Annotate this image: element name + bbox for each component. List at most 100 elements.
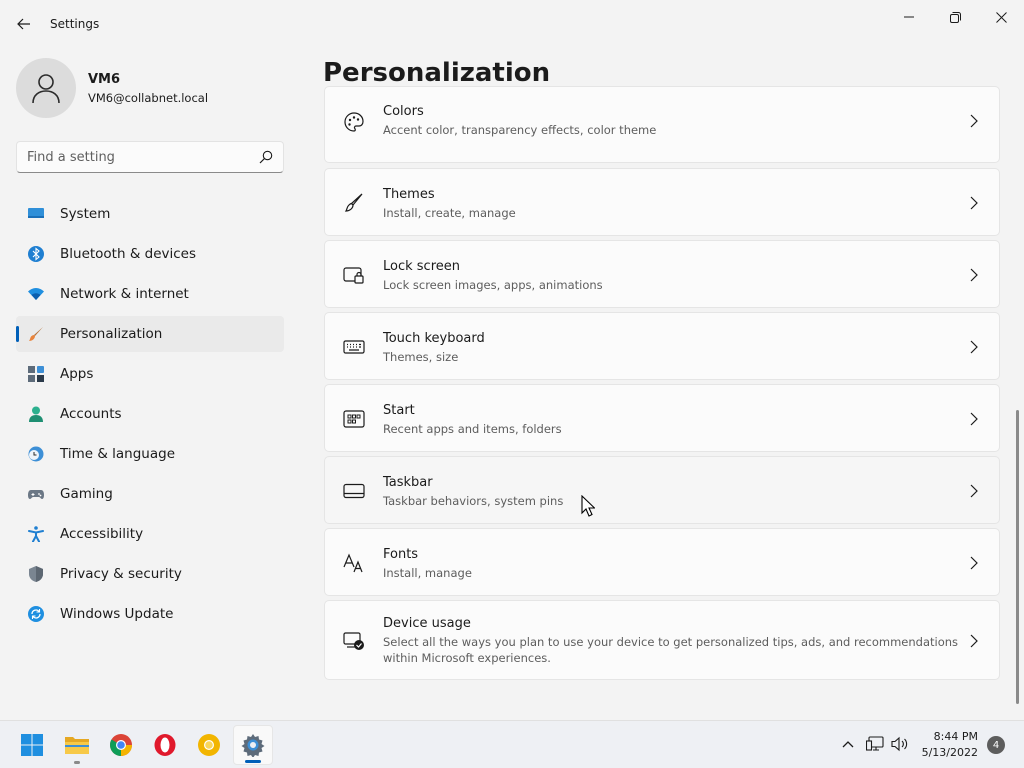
clock-time: 8:44 PM — [933, 730, 978, 743]
taskbar-settings[interactable] — [233, 725, 273, 765]
volume-button[interactable] — [889, 733, 911, 755]
sidebar-item-accounts[interactable]: Accounts — [16, 396, 284, 432]
update-icon — [28, 606, 44, 622]
taskbar-opera[interactable] — [145, 725, 185, 765]
card-subtitle: Themes, size — [383, 350, 459, 364]
show-hidden-icons-button[interactable] — [837, 733, 859, 755]
card-title: Themes — [383, 187, 435, 202]
system-icon — [28, 206, 44, 222]
card-device-usage[interactable]: Device usage Select all the ways you pla… — [324, 600, 1000, 680]
card-title: Colors — [383, 104, 424, 119]
card-touch-keyboard[interactable]: Touch keyboard Themes, size — [324, 312, 1000, 380]
sidebar-item-gaming[interactable]: Gaming — [16, 476, 284, 512]
minimize-button[interactable] — [886, 4, 932, 30]
taskbar-file-explorer[interactable] — [57, 725, 97, 765]
restore-icon — [949, 11, 961, 23]
user-email: VM6@collabnet.local — [88, 91, 209, 105]
start-icon — [343, 408, 365, 430]
app-title: Settings — [50, 17, 100, 31]
opera-icon — [154, 734, 176, 756]
wifi-icon — [28, 286, 44, 302]
card-themes[interactable]: Themes Install, create, manage — [324, 168, 1000, 236]
taskbar: 8:44 PM 5/13/2022 4 — [0, 720, 1024, 768]
card-fonts[interactable]: Fonts Install, manage — [324, 528, 1000, 596]
sidebar-item-label: Network & internet — [60, 286, 189, 302]
close-button[interactable] — [978, 4, 1024, 30]
settings-icon — [241, 734, 265, 757]
sidebar-item-apps[interactable]: Apps — [16, 356, 284, 392]
sidebar-item-system[interactable]: System — [16, 196, 284, 232]
clock[interactable]: 8:44 PM 5/13/2022 — [914, 729, 978, 761]
card-title: Fonts — [383, 547, 419, 562]
chrome-canary-icon — [198, 734, 220, 756]
scrollbar-thumb[interactable] — [1016, 410, 1019, 704]
running-indicator — [74, 761, 80, 764]
sidebar-item-privacy[interactable]: Privacy & security — [16, 556, 284, 592]
clock-date: 5/13/2022 — [921, 746, 978, 759]
chevron-right-icon — [970, 340, 978, 354]
sidebar-item-label: Accessibility — [60, 526, 144, 542]
card-colors[interactable]: Colors Accent color, transparency effect… — [324, 86, 1000, 163]
chevron-right-icon — [970, 268, 978, 282]
taskbar-chrome-canary[interactable] — [189, 725, 229, 765]
mouse-cursor-icon — [581, 495, 595, 517]
device-usage-icon — [343, 630, 365, 652]
sidebar-nav: System Bluetooth & devices Network & int… — [16, 196, 284, 636]
apps-icon — [28, 366, 44, 382]
palette-icon — [343, 111, 365, 133]
back-button[interactable] — [10, 10, 38, 38]
sidebar-item-bluetooth[interactable]: Bluetooth & devices — [16, 236, 284, 272]
sidebar-item-label: Apps — [60, 366, 94, 382]
sidebar-item-label: Privacy & security — [60, 566, 182, 582]
restore-button[interactable] — [932, 4, 978, 30]
chevron-up-icon — [842, 741, 854, 748]
chevron-right-icon — [970, 556, 978, 570]
chevron-right-icon — [970, 484, 978, 498]
notification-badge[interactable]: 4 — [987, 736, 1005, 754]
lock-screen-icon — [343, 264, 365, 286]
sidebar-item-label: Personalization — [60, 326, 163, 342]
sidebar-item-time-language[interactable]: Time & language — [16, 436, 284, 472]
file-explorer-icon — [65, 737, 89, 754]
clock-globe-icon — [28, 446, 44, 462]
card-lock-screen[interactable]: Lock screen Lock screen images, apps, an… — [324, 240, 1000, 308]
search-box[interactable] — [16, 141, 284, 173]
avatar[interactable] — [16, 58, 76, 118]
minimize-icon — [904, 16, 914, 18]
fonts-icon — [343, 552, 365, 574]
card-subtitle: Recent apps and items, folders — [383, 422, 562, 436]
card-subtitle: Accent color, transparency effects, colo… — [383, 123, 657, 137]
sidebar-item-label: Gaming — [60, 486, 113, 502]
sidebar-item-network[interactable]: Network & internet — [16, 276, 284, 312]
search-icon[interactable] — [259, 150, 273, 164]
card-subtitle: Install, manage — [383, 566, 472, 580]
network-status-button[interactable] — [864, 733, 886, 755]
gamepad-icon — [28, 486, 44, 502]
accessibility-icon — [28, 526, 44, 542]
card-title: Start — [383, 403, 415, 418]
search-input[interactable] — [27, 148, 247, 166]
card-start[interactable]: Start Recent apps and items, folders — [324, 384, 1000, 452]
taskbar-chrome[interactable] — [101, 725, 141, 765]
page-title: Personalization — [323, 58, 551, 88]
card-title: Device usage — [383, 616, 471, 631]
card-subtitle: Select all the ways you plan to use your… — [383, 635, 959, 665]
chevron-right-icon — [970, 196, 978, 210]
sidebar-item-accessibility[interactable]: Accessibility — [16, 516, 284, 552]
user-icon — [32, 74, 60, 104]
card-subtitle: Lock screen images, apps, animations — [383, 278, 603, 292]
chrome-icon — [110, 734, 132, 756]
card-title: Lock screen — [383, 259, 460, 274]
back-arrow-icon — [17, 18, 30, 30]
sidebar-item-label: Time & language — [60, 446, 176, 462]
sidebar-item-label: Bluetooth & devices — [60, 246, 197, 262]
start-button[interactable] — [12, 725, 52, 765]
card-taskbar[interactable]: Taskbar Taskbar behaviors, system pins — [324, 456, 1000, 524]
sidebar-item-label: Windows Update — [60, 606, 174, 622]
sidebar-item-windows-update[interactable]: Windows Update — [16, 596, 284, 632]
card-title: Taskbar — [383, 475, 433, 490]
sidebar-item-personalization[interactable]: Personalization — [16, 316, 284, 352]
windows-start-icon — [21, 734, 43, 756]
card-title: Touch keyboard — [383, 331, 485, 346]
accounts-icon — [28, 406, 44, 422]
